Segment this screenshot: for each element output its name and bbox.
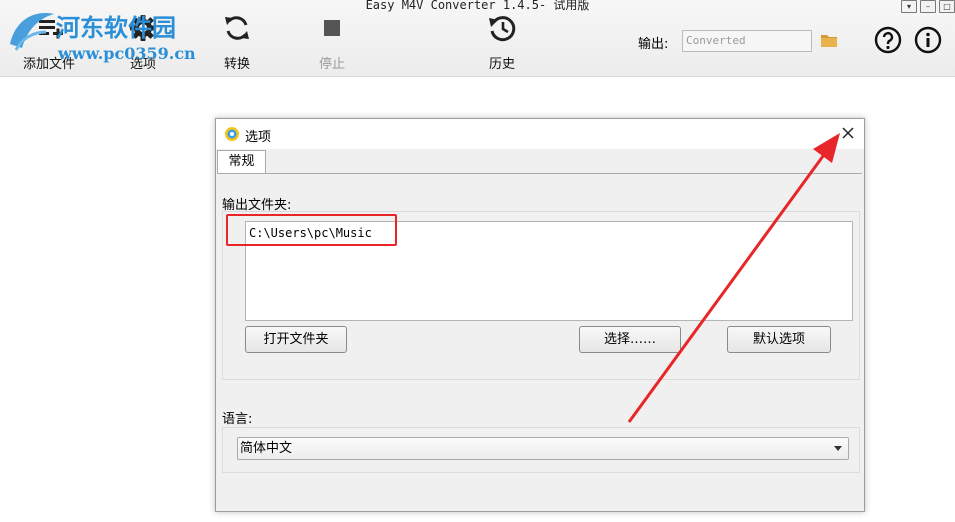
- convert-button[interactable]: 转换: [202, 12, 272, 72]
- minimize-button[interactable]: –: [920, 0, 936, 13]
- output-path-text: C:\Users\pc\Music: [249, 226, 372, 240]
- tab-panel-general: 输出文件夹: C:\Users\pc\Music 打开文件夹 选择…… 默认选项…: [217, 173, 862, 510]
- app-logo-icon: [225, 127, 239, 141]
- output-input[interactable]: Converted: [682, 30, 812, 52]
- dialog-titlebar: 选项: [216, 119, 864, 149]
- dropdown-menu-button[interactable]: ▾: [901, 0, 917, 13]
- convert-icon: [225, 16, 249, 40]
- window-controls: ▾ – □: [901, 0, 955, 13]
- stop-icon: [324, 20, 340, 36]
- watermark-text: 河东软件园: [56, 13, 176, 42]
- options-dialog: 选项 常规 输出文件夹: C:\Users\pc\Music 打开文件夹 选择……: [215, 118, 865, 512]
- stop-label: 停止: [318, 57, 345, 72]
- watermark-url: www.pc0359.cn: [58, 44, 196, 63]
- default-options-button[interactable]: 默认选项: [727, 326, 831, 353]
- convert-label: 转换: [223, 57, 250, 72]
- dialog-title: 选项: [245, 130, 272, 145]
- history-button[interactable]: 历史: [467, 12, 537, 72]
- open-folder-button[interactable]: 打开文件夹: [245, 326, 347, 353]
- stop-button[interactable]: 停止: [297, 12, 367, 72]
- output-label: 输出:: [638, 37, 669, 52]
- tab-general[interactable]: 常规: [217, 150, 266, 173]
- info-icon[interactable]: [914, 26, 942, 54]
- choose-folder-button[interactable]: 选择……: [579, 326, 681, 353]
- history-label: 历史: [488, 57, 515, 72]
- folder-icon[interactable]: [821, 33, 837, 47]
- help-icon[interactable]: [874, 26, 902, 54]
- close-icon[interactable]: [841, 126, 855, 140]
- history-icon: [489, 16, 516, 42]
- chevron-down-icon: [834, 446, 842, 451]
- language-select-value: 简体中文: [240, 441, 293, 456]
- main-toolbar: Easy M4V Converter 1.4.5- 试用版 ▾ – □ 添加文件: [0, 0, 955, 77]
- maximize-button[interactable]: □: [939, 0, 955, 13]
- language-label: 语言:: [222, 412, 253, 427]
- language-select[interactable]: 简体中文: [237, 437, 849, 460]
